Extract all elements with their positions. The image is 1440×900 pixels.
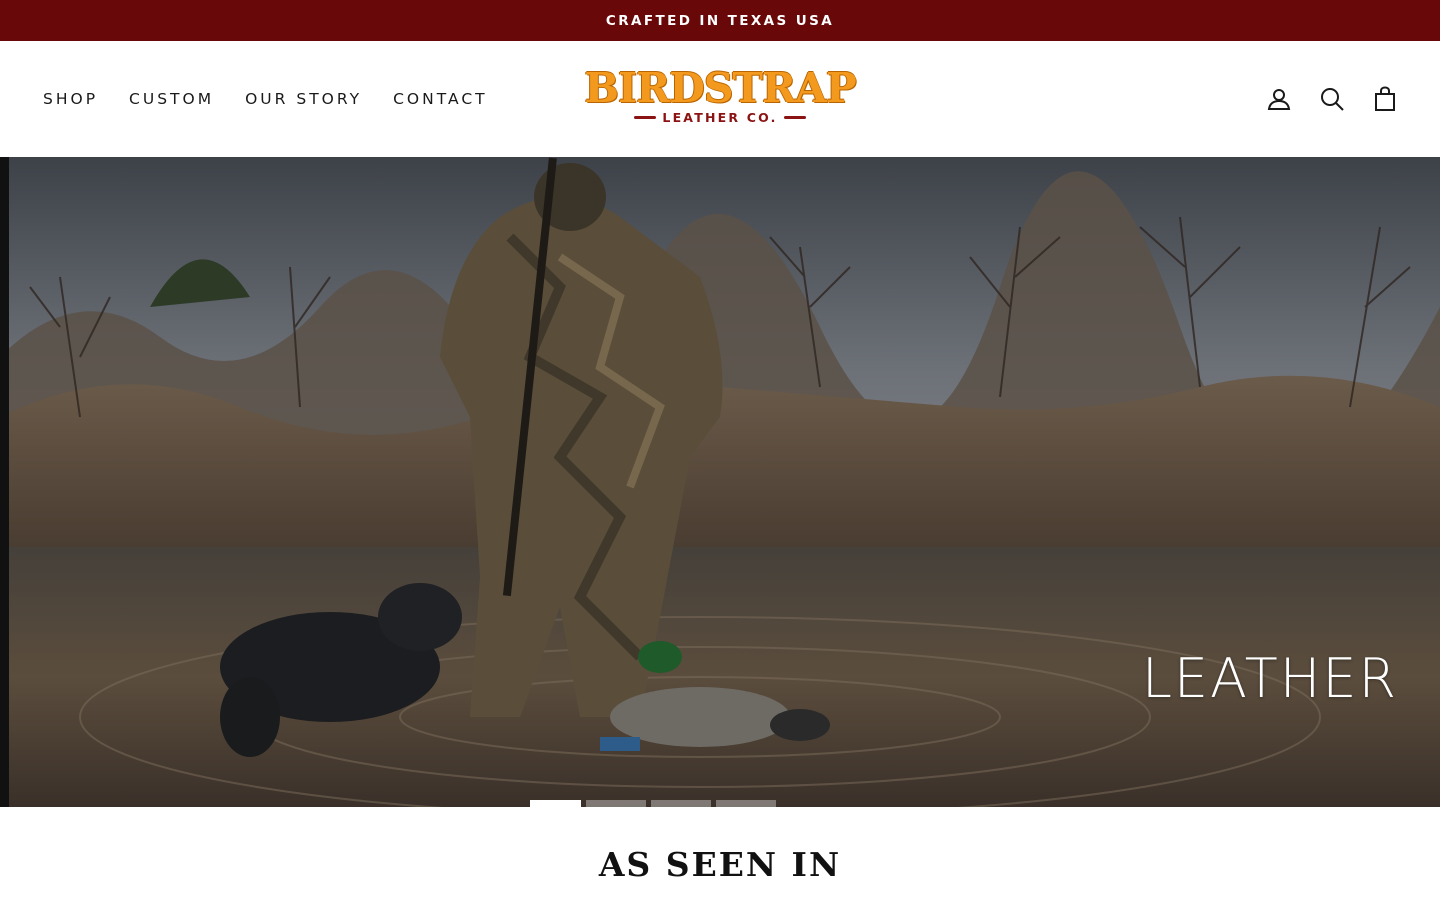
- hero-caption: LEATHER: [1141, 647, 1398, 710]
- logo-rule-left: [634, 116, 657, 119]
- site-header: SHOP CUSTOM OUR STORY CONTACT BIRDSTRAP …: [0, 41, 1440, 157]
- search-icon[interactable]: [1319, 86, 1345, 112]
- slide-dot-2[interactable]: [586, 800, 646, 807]
- account-icon[interactable]: [1266, 86, 1292, 112]
- slide-dot-4[interactable]: [716, 800, 776, 807]
- section-title: AS SEEN IN: [598, 845, 842, 884]
- logo-wordmark: BIRDSTRAP: [584, 64, 856, 112]
- logo-subline: LEATHER CO.: [662, 110, 778, 125]
- logo-rule-right: [783, 116, 806, 119]
- nav-contact[interactable]: CONTACT: [393, 90, 488, 108]
- hero-slideshow: LEATHER: [0, 157, 1440, 807]
- nav-our-story[interactable]: OUR STORY: [245, 90, 362, 108]
- logo-subline-row: LEATHER CO.: [634, 110, 806, 125]
- announcement-text: CRAFTED IN TEXAS USA: [605, 12, 835, 29]
- header-icons: [1266, 41, 1398, 157]
- nav-custom[interactable]: CUSTOM: [129, 90, 214, 108]
- main-nav: SHOP CUSTOM OUR STORY CONTACT: [43, 41, 488, 157]
- announcement-bar: CRAFTED IN TEXAS USA: [0, 0, 1440, 41]
- slide-dot-1[interactable]: [530, 800, 581, 807]
- cart-icon[interactable]: [1372, 86, 1398, 112]
- site-logo[interactable]: BIRDSTRAP LEATHER CO.: [584, 68, 856, 132]
- slide-dot-3[interactable]: [651, 800, 711, 807]
- hero-edge: [0, 157, 9, 807]
- slide-indicators: [530, 800, 781, 807]
- nav-shop[interactable]: SHOP: [43, 90, 98, 108]
